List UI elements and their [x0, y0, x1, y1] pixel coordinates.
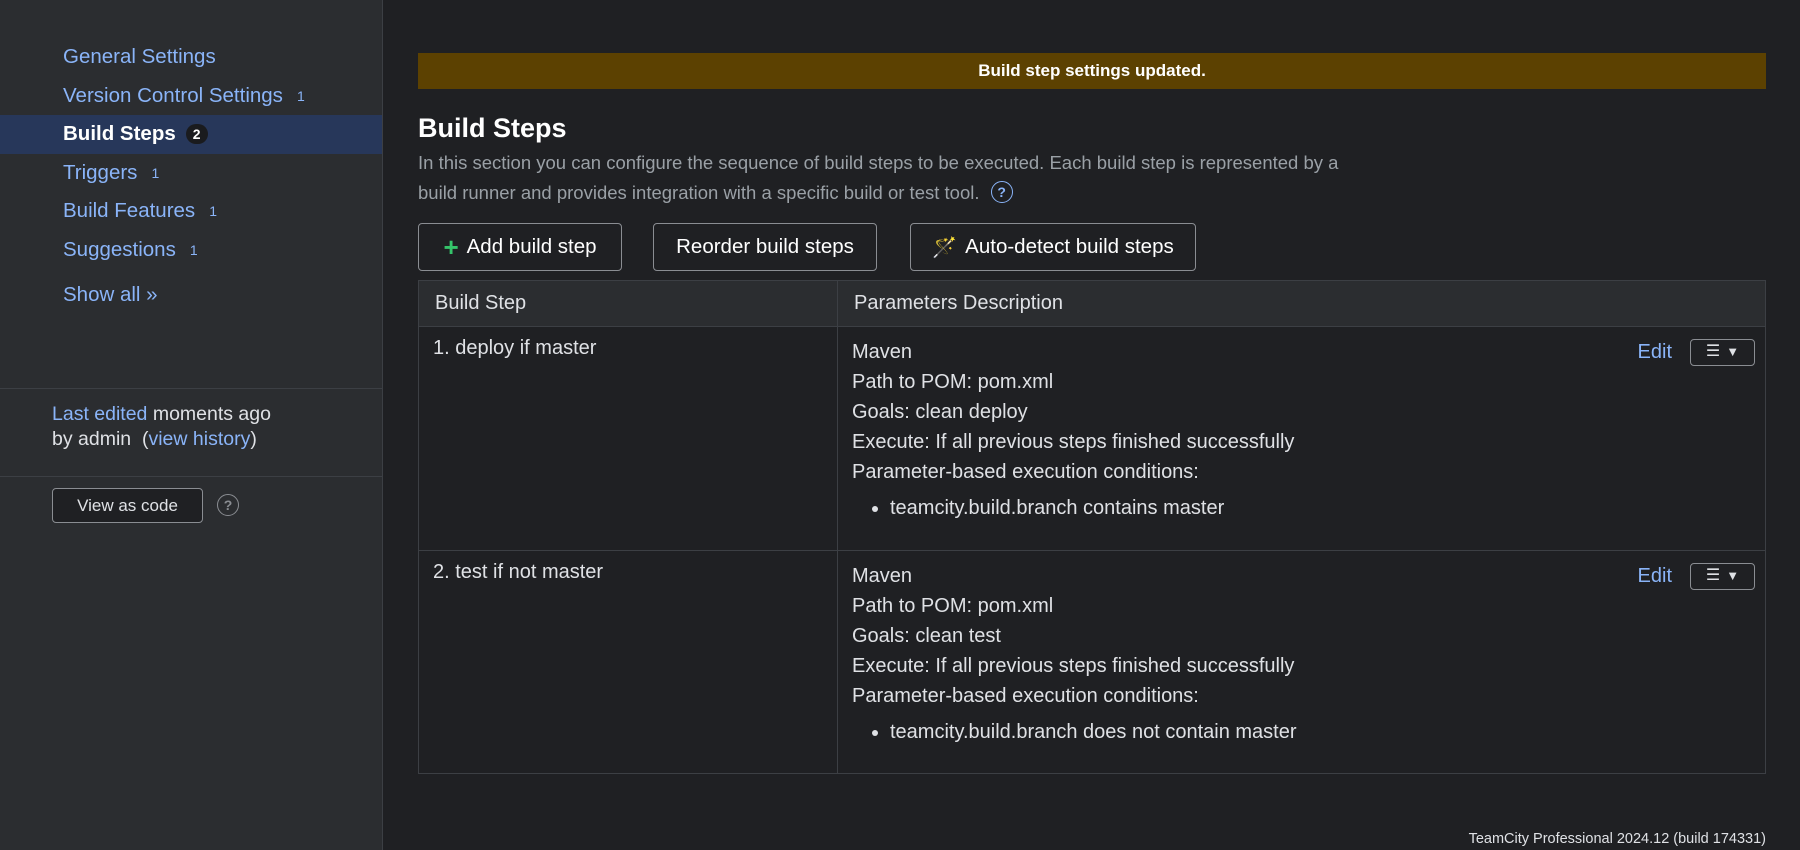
column-header-build-step: Build Step	[418, 280, 838, 327]
conditions-label: Parameter-based execution conditions:	[852, 685, 1199, 707]
status-banner: Build step settings updated.	[418, 53, 1766, 89]
auto-detect-build-steps-label: Auto-detect build steps	[965, 235, 1174, 258]
sidebar-item-label: Version Control Settings	[63, 83, 283, 107]
runner-type: Maven	[852, 341, 913, 363]
page-title: Build Steps	[418, 113, 567, 143]
table-header-row: Build Step Parameters Description	[418, 280, 1766, 327]
build-step-name[interactable]: 1. deploy if master	[418, 326, 838, 551]
chevron-down-icon: ▼	[1726, 344, 1740, 359]
last-edited-info: Last edited moments ago by admin (view h…	[52, 403, 271, 450]
edit-link[interactable]: Edit	[1638, 337, 1672, 367]
sidebar-item-build-steps[interactable]: Build Steps 2	[0, 115, 382, 154]
row-menu-button[interactable]: ☰ ▼	[1690, 562, 1755, 590]
conditions-label: Parameter-based execution conditions:	[852, 461, 1199, 483]
conditions-list: teamcity.build.branch contains master	[852, 493, 1765, 523]
goals: Goals: clean deploy	[852, 401, 1028, 423]
parameters-cell: Maven Path to POM: pom.xml Goals: clean …	[837, 326, 1766, 551]
sidebar-item-general-settings[interactable]: General Settings	[0, 38, 382, 77]
plus-icon: +	[443, 232, 459, 262]
sidebar-item-count: 1	[296, 87, 305, 104]
list-menu-icon: ☰	[1705, 343, 1721, 360]
page-description-text: In this section you can configure the se…	[418, 152, 1339, 203]
help-circle-icon[interactable]: ?	[990, 181, 1013, 204]
edit-link[interactable]: Edit	[1638, 561, 1672, 591]
goals: Goals: clean test	[852, 625, 1001, 647]
sidebar-item-suggestions[interactable]: Suggestions 1	[0, 231, 382, 270]
auto-detect-build-steps-button[interactable]: 🪄 Auto-detect build steps	[910, 223, 1196, 271]
row-actions: Edit ☰ ▼	[1638, 337, 1755, 367]
view-as-code-button[interactable]: View as code	[52, 488, 203, 523]
build-step-name[interactable]: 2. test if not master	[418, 550, 838, 774]
divider	[0, 388, 383, 389]
column-header-parameters: Parameters Description	[837, 280, 1766, 327]
sidebar-item-label: General Settings	[63, 45, 216, 69]
row-menu-button[interactable]: ☰ ▼	[1690, 338, 1755, 366]
sidebar-item-count: 1	[189, 241, 198, 258]
sidebar: General Settings Version Control Setting…	[0, 0, 383, 850]
divider	[0, 476, 383, 477]
view-history-link[interactable]: view history	[148, 428, 250, 450]
sidebar-item-version-control-settings[interactable]: Version Control Settings 1	[0, 77, 382, 116]
sidebar-item-label: Suggestions	[63, 237, 176, 261]
condition-item: teamcity.build.branch does not contain m…	[890, 717, 1765, 747]
pom-path: Path to POM: pom.xml	[852, 371, 1054, 393]
last-edited-time: moments ago	[152, 403, 271, 425]
parameters-cell: Maven Path to POM: pom.xml Goals: clean …	[837, 550, 1766, 774]
sidebar-item-count: 1	[151, 164, 160, 181]
sidebar-item-label: Triggers	[63, 160, 138, 184]
table-row[interactable]: 2. test if not master Maven Path to POM:…	[418, 550, 1766, 774]
last-edited-link[interactable]: Last edited	[52, 403, 147, 425]
reorder-build-steps-label: Reorder build steps	[676, 235, 854, 258]
help-circle-icon[interactable]: ?	[217, 494, 239, 516]
parameters-description: Maven Path to POM: pom.xml Goals: clean …	[852, 561, 1765, 747]
last-edited-by: by admin	[52, 428, 132, 450]
conditions-list: teamcity.build.branch does not contain m…	[852, 717, 1765, 747]
sidebar-item-label: Build Steps	[63, 122, 176, 146]
list-menu-icon: ☰	[1705, 567, 1721, 584]
show-all-link[interactable]: Show all »	[63, 283, 158, 307]
sidebar-item-count: 2	[185, 124, 208, 145]
page-description: In this section you can configure the se…	[418, 148, 1378, 208]
parameters-description: Maven Path to POM: pom.xml Goals: clean …	[852, 337, 1765, 523]
row-actions: Edit ☰ ▼	[1638, 561, 1755, 591]
runner-type: Maven	[852, 565, 913, 587]
chevron-down-icon: ▼	[1726, 568, 1740, 583]
sidebar-item-build-features[interactable]: Build Features 1	[0, 192, 382, 231]
sidebar-nav: General Settings Version Control Setting…	[0, 0, 382, 269]
sidebar-item-label: Build Features	[63, 199, 196, 223]
execute-condition: Execute: If all previous steps finished …	[852, 655, 1295, 677]
magic-wand-icon: 🪄	[932, 236, 958, 259]
sidebar-item-triggers[interactable]: Triggers 1	[0, 154, 382, 193]
pom-path: Path to POM: pom.xml	[852, 595, 1054, 617]
table-row[interactable]: 1. deploy if master Maven Path to POM: p…	[418, 326, 1766, 551]
reorder-build-steps-button[interactable]: Reorder build steps	[653, 223, 877, 271]
sidebar-item-count: 1	[209, 203, 217, 220]
execute-condition: Execute: If all previous steps finished …	[852, 431, 1295, 453]
add-build-step-button[interactable]: + Add build step	[418, 223, 622, 271]
build-steps-table: Build Step Parameters Description 1. dep…	[418, 280, 1766, 774]
footer-version: TeamCity Professional 2024.12 (build 174…	[1468, 831, 1766, 847]
condition-item: teamcity.build.branch contains master	[890, 493, 1765, 523]
add-build-step-label: Add build step	[466, 235, 597, 258]
